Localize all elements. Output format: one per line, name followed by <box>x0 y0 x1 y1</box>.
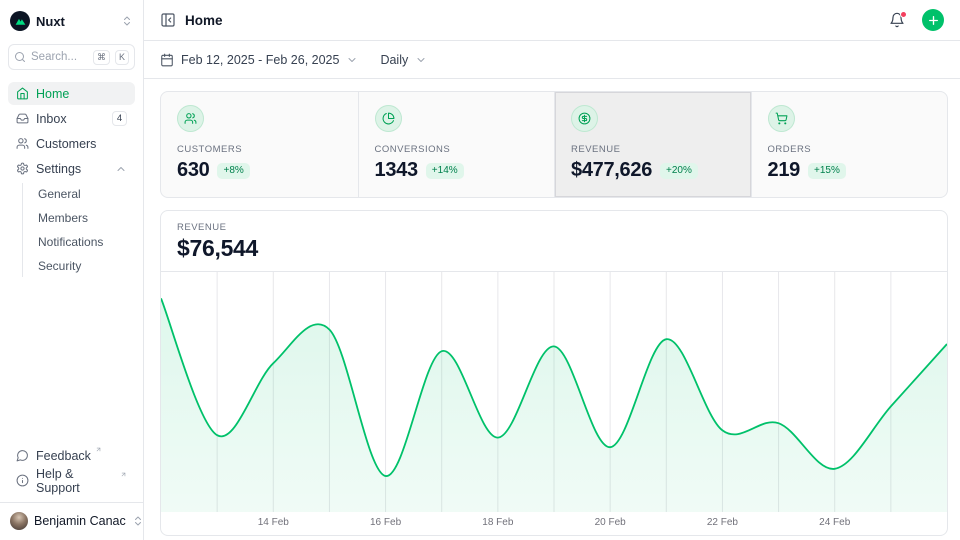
sidebar-spacer <box>8 278 135 444</box>
search-input[interactable]: Search... ⌘ K <box>8 44 135 70</box>
chevrons-up-down-icon <box>132 515 144 527</box>
kbd-cmd: ⌘ <box>93 50 110 65</box>
sidebar-nav: Home Inbox 4 Customers Settings GeneralMember… <box>8 82 135 278</box>
info-icon <box>16 474 29 487</box>
page-title: Home <box>185 13 880 28</box>
sidebar-item-help-support[interactable]: Help & Support <box>8 469 135 492</box>
sidebar-subitem-notifications[interactable]: Notifications <box>32 231 135 253</box>
chevron-up-icon <box>115 163 127 175</box>
main-area: Home Feb 12, 2025 - Feb 26, 2025 Daily C… <box>144 0 960 540</box>
stat-label: CUSTOMERS <box>177 144 342 155</box>
stat-value-row: 1343 +14% <box>375 159 539 182</box>
date-range-label: Feb 12, 2025 - Feb 26, 2025 <box>181 53 339 67</box>
sidebar-item-inbox[interactable]: Inbox 4 <box>8 107 135 130</box>
stat-value: $477,626 <box>571 159 652 182</box>
sidebar-item-label: Home <box>36 87 127 101</box>
chart-current-value: $76,544 <box>177 235 931 262</box>
chart-x-tick: 22 Feb <box>707 517 738 528</box>
date-range-picker[interactable]: Feb 12, 2025 - Feb 26, 2025 <box>160 53 358 67</box>
chart-x-axis: 14 Feb 16 Feb 18 Feb 20 Feb 22 Feb 24 Feb <box>161 512 947 536</box>
cart-icon <box>768 105 795 132</box>
stat-card-conversions[interactable]: CONVERSIONS 1343 +14% <box>358 92 555 197</box>
sidebar-subitem-members[interactable]: Members <box>32 207 135 229</box>
sidebar-item-label: Feedback <box>36 449 91 463</box>
workspace-switcher[interactable]: Nuxt <box>8 8 135 34</box>
sidebar: Nuxt Search... ⌘ K Home Inbox 4 Customers Se… <box>0 0 144 540</box>
sidebar-item-settings[interactable]: Settings <box>8 157 135 180</box>
gear-icon <box>16 162 29 175</box>
add-button[interactable] <box>922 9 944 31</box>
sidebar-subitem-general[interactable]: General <box>32 183 135 205</box>
panel-left-close-icon[interactable] <box>160 12 176 28</box>
stat-label: REVENUE <box>571 144 735 155</box>
stat-delta-badge: +20% <box>660 163 698 179</box>
chart-plot-area[interactable] <box>161 272 947 512</box>
home-icon <box>16 87 29 100</box>
stat-delta-badge: +8% <box>217 163 249 179</box>
notification-dot <box>900 11 907 18</box>
chat-bubble-icon <box>16 449 29 462</box>
chart-x-tick: 20 Feb <box>595 517 626 528</box>
chart-header: REVENUE $76,544 <box>161 211 947 272</box>
inbox-count-badge: 4 <box>112 111 127 126</box>
stat-card-revenue[interactable]: REVENUE $477,626 +20% <box>554 92 751 197</box>
arrow-up-right-icon <box>95 446 102 453</box>
avatar <box>10 512 28 530</box>
sidebar-footer: Feedback Help & Support <box>8 444 135 492</box>
sidebar-subitem-security[interactable]: Security <box>32 255 135 277</box>
sidebar-item-label: Inbox <box>36 112 105 126</box>
chevron-down-icon <box>415 54 427 66</box>
sidebar-item-label: Settings <box>36 162 108 176</box>
stat-value-row: $477,626 +20% <box>571 159 735 182</box>
app-window: Nuxt Search... ⌘ K Home Inbox 4 Customers Se… <box>0 0 960 540</box>
settings-submenu: GeneralMembersNotificationsSecurity <box>22 183 135 277</box>
stat-card-orders[interactable]: ORDERS 219 +15% <box>751 92 948 197</box>
stat-label: ORDERS <box>768 144 932 155</box>
sidebar-item-label: Customers <box>36 137 127 151</box>
chevron-down-icon <box>346 54 358 66</box>
nuxt-logo-icon <box>10 11 30 31</box>
chart-x-tick: 14 Feb <box>258 517 289 528</box>
chevrons-up-down-icon <box>121 15 133 27</box>
stat-label: CONVERSIONS <box>375 144 539 155</box>
sidebar-item-label: Help & Support <box>36 467 116 495</box>
stat-card-customers[interactable]: CUSTOMERS 630 +8% <box>161 92 358 197</box>
chart-title: REVENUE <box>177 222 931 233</box>
chart-x-tick: 24 Feb <box>819 517 850 528</box>
revenue-chart-card: REVENUE $76,544 14 Feb 16 Feb 18 Feb 20 Feb… <box>160 210 948 536</box>
dollar-circle-icon <box>571 105 598 132</box>
pie-chart-icon <box>375 105 402 132</box>
stat-value: 1343 <box>375 159 418 182</box>
stat-value-row: 630 +8% <box>177 159 342 182</box>
sidebar-item-customers[interactable]: Customers <box>8 132 135 155</box>
user-menu[interactable]: Benjamin Canac <box>8 503 135 532</box>
notifications-button[interactable] <box>889 12 905 28</box>
stat-value: 219 <box>768 159 800 182</box>
sidebar-item-feedback[interactable]: Feedback <box>8 444 135 467</box>
arrow-up-right-icon <box>120 471 127 478</box>
stat-delta-badge: +15% <box>808 163 846 179</box>
sidebar-item-home[interactable]: Home <box>8 82 135 105</box>
page-content: CUSTOMERS 630 +8% CONVERSIONS 1343 +14% REVENU… <box>144 79 960 540</box>
stat-value-row: 219 +15% <box>768 159 932 182</box>
users-icon <box>177 105 204 132</box>
users-icon <box>16 137 29 150</box>
granularity-label: Daily <box>380 53 408 67</box>
filters-toolbar: Feb 12, 2025 - Feb 26, 2025 Daily <box>144 41 960 79</box>
chart-x-tick: 16 Feb <box>370 517 401 528</box>
top-bar: Home <box>144 0 960 41</box>
user-name: Benjamin Canac <box>34 514 126 528</box>
revenue-area-chart <box>161 272 947 512</box>
calendar-icon <box>160 53 174 67</box>
stats-row: CUSTOMERS 630 +8% CONVERSIONS 1343 +14% REVENU… <box>160 91 948 198</box>
workspace-name: Nuxt <box>36 14 115 29</box>
chart-x-tick: 18 Feb <box>482 517 513 528</box>
search-icon <box>14 51 26 63</box>
kbd-k: K <box>115 50 129 65</box>
granularity-select[interactable]: Daily <box>380 53 427 67</box>
stat-delta-badge: +14% <box>426 163 464 179</box>
stat-value: 630 <box>177 159 209 182</box>
inbox-icon <box>16 112 29 125</box>
search-placeholder: Search... <box>31 51 88 63</box>
